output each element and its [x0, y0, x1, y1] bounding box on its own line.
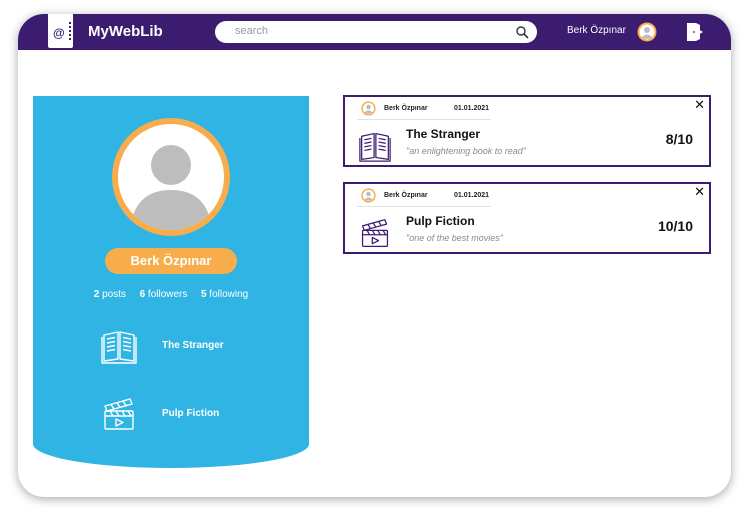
post-title[interactable]: The Stranger	[406, 127, 480, 141]
profile-stats: 2 posts 6 followers 5 following	[33, 289, 309, 300]
clapperboard-icon	[104, 398, 134, 430]
book-icon	[359, 132, 391, 162]
post-header: Berk Özpınar 01.01.2021	[357, 99, 491, 120]
feed-post[interactable]: Berk Özpınar 01.01.2021 ✕ The Stranger "…	[343, 95, 711, 167]
author-avatar-icon[interactable]	[361, 188, 376, 203]
followers-count: 6	[139, 289, 146, 300]
feed-post[interactable]: Berk Özpınar 01.01.2021 ✕ Pulp Fiction "…	[343, 182, 711, 254]
profile-panel: Berk Özpınar 2 posts 6 followers 5 follo…	[33, 96, 309, 468]
author-avatar-icon[interactable]	[361, 101, 376, 116]
post-score: 8/10	[665, 131, 693, 147]
profile-avatar-icon	[112, 118, 230, 236]
clapperboard-icon	[361, 219, 389, 247]
search-placeholder: search	[235, 25, 269, 37]
following-label[interactable]: following	[209, 289, 248, 300]
followers-label[interactable]: followers	[148, 289, 187, 300]
post-date: 01.01.2021	[454, 192, 490, 199]
posts-count: 2	[93, 289, 100, 300]
following-count: 5	[200, 289, 207, 300]
post-quote: "an enlightening book to read"	[406, 146, 526, 156]
header-username[interactable]: Berk Özpınar	[567, 25, 626, 36]
profile-item-pulp-fiction[interactable]: Pulp Fiction	[33, 396, 309, 436]
posts-label[interactable]: posts	[102, 289, 126, 300]
post-author[interactable]: Berk Özpınar	[384, 105, 428, 112]
brand-name[interactable]: MyWebLib	[88, 23, 163, 40]
profile-item-label[interactable]: Pulp Fiction	[162, 408, 219, 419]
close-icon[interactable]: ✕	[694, 184, 705, 200]
logo-icon[interactable]: @	[48, 14, 73, 48]
top-navbar: @ MyWebLib search Berk Özpınar	[18, 14, 731, 50]
post-quote: "one of the best movies"	[406, 233, 503, 243]
profile-name: Berk Özpınar	[105, 248, 237, 274]
logout-icon[interactable]	[683, 21, 705, 43]
close-icon[interactable]: ✕	[694, 97, 705, 113]
post-date: 01.01.2021	[454, 105, 490, 112]
user-avatar-icon[interactable]	[637, 22, 657, 42]
search-icon[interactable]	[515, 25, 529, 39]
post-header: Berk Özpınar 01.01.2021	[357, 186, 491, 207]
post-author[interactable]: Berk Özpınar	[384, 192, 428, 199]
profile-item-label[interactable]: The Stranger	[162, 340, 224, 351]
profile-item-the-stranger[interactable]: The Stranger	[33, 328, 309, 368]
post-score: 10/10	[657, 218, 693, 234]
app-window: @ MyWebLib search Berk Özpınar Berk Özpı…	[18, 14, 731, 497]
post-title[interactable]: Pulp Fiction	[406, 214, 475, 228]
book-icon	[101, 331, 137, 364]
search-input[interactable]: search	[215, 21, 537, 43]
